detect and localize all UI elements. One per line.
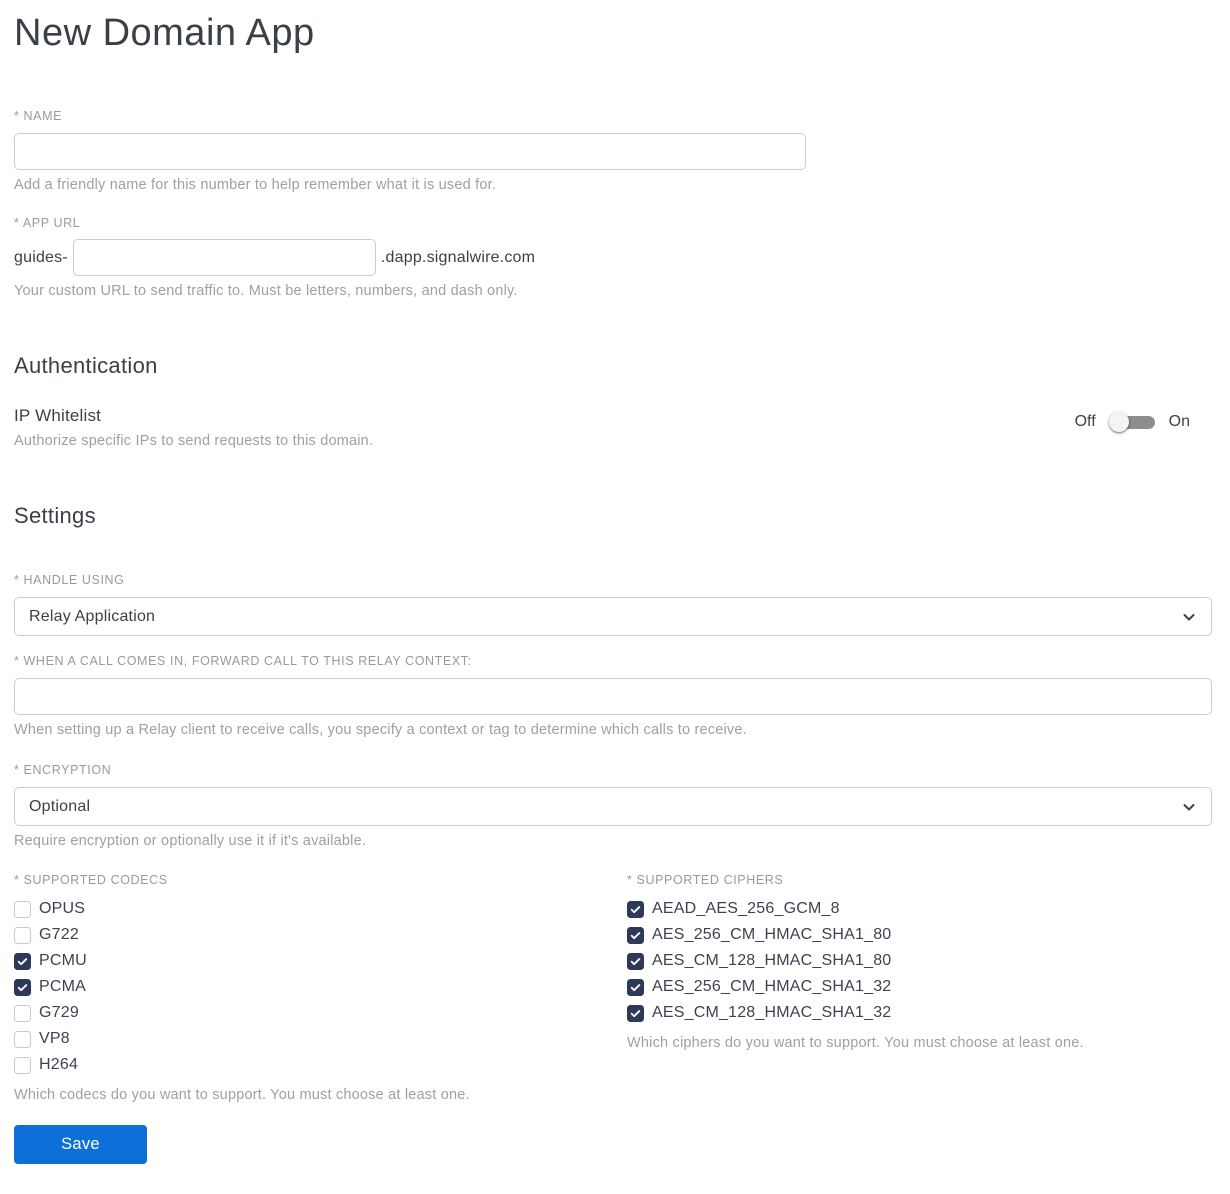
checkbox-row-pcmu[interactable]: PCMU xyxy=(14,948,627,974)
checkbox-row-g729[interactable]: G729 xyxy=(14,1000,627,1026)
name-field-group: * NAME Add a friendly name for this numb… xyxy=(14,109,1212,193)
ip-whitelist-row: IP Whitelist Authorize specific IPs to s… xyxy=(14,406,1212,449)
codecs-helper: Which codecs do you want to support. You… xyxy=(14,1087,470,1103)
encryption-value: Optional xyxy=(29,797,91,815)
handle-using-value: Relay Application xyxy=(29,607,156,625)
checkbox-checked-icon[interactable] xyxy=(627,978,644,996)
checkbox-label: AES_256_CM_HMAC_SHA1_32 xyxy=(652,978,892,995)
checkbox-unchecked-icon[interactable] xyxy=(14,900,31,918)
toggle-off-label: Off xyxy=(1074,413,1096,430)
app-url-field-group: * APP URL guides- .dapp.signalwire.com Y… xyxy=(14,216,1212,299)
handle-using-label: * HANDLE USING xyxy=(14,573,125,587)
checkbox-label: AES_CM_128_HMAC_SHA1_80 xyxy=(652,952,892,969)
checkbox-checked-icon[interactable] xyxy=(14,952,31,970)
save-button[interactable]: Save xyxy=(14,1125,147,1164)
checkbox-checked-icon[interactable] xyxy=(627,900,644,918)
checkbox-label: H264 xyxy=(39,1056,79,1073)
checkbox-label: PCMA xyxy=(39,978,87,995)
checkbox-checked-icon[interactable] xyxy=(627,952,644,970)
app-url-suffix: .dapp.signalwire.com xyxy=(380,248,536,266)
supported-ciphers-column: * SUPPORTED CIPHERS AEAD_AES_256_GCM_8 AE… xyxy=(627,873,1212,1103)
checkbox-label: PCMU xyxy=(39,952,87,969)
ip-whitelist-toggle[interactable]: Off On xyxy=(1075,412,1190,432)
supported-codecs-label: * SUPPORTED CODECS xyxy=(14,873,168,887)
supported-ciphers-label: * SUPPORTED CIPHERS xyxy=(627,873,784,887)
encryption-label: * ENCRYPTION xyxy=(14,763,112,777)
checkbox-label: AES_CM_128_HMAC_SHA1_32 xyxy=(652,1004,892,1021)
checkbox-label: VP8 xyxy=(39,1030,70,1047)
checkbox-row-aes_cm_128_hmac_sha1_32[interactable]: AES_CM_128_HMAC_SHA1_32 xyxy=(627,1000,1212,1026)
handle-using-select[interactable]: Relay Application xyxy=(14,597,1212,636)
checkbox-row-pcma[interactable]: PCMA xyxy=(14,974,627,1000)
checkbox-label: OPUS xyxy=(39,900,86,917)
app-url-helper: Your custom URL to send traffic to. Must… xyxy=(14,283,518,299)
app-url-label: * APP URL xyxy=(14,216,81,230)
checkbox-label: AES_256_CM_HMAC_SHA1_80 xyxy=(652,926,892,943)
toggle-on-label: On xyxy=(1168,413,1190,430)
supported-codecs-column: * SUPPORTED CODECS OPUS G722 PCMU PCMA G729 V… xyxy=(14,873,627,1103)
checkbox-label: AEAD_AES_256_GCM_8 xyxy=(652,900,840,917)
checkbox-checked-icon[interactable] xyxy=(14,978,31,996)
checkbox-label: G722 xyxy=(39,926,79,943)
settings-heading: Settings xyxy=(14,503,96,528)
name-label: * NAME xyxy=(14,109,63,123)
encryption-helper: Require encryption or optionally use it … xyxy=(14,833,367,849)
relay-context-helper: When setting up a Relay client to receiv… xyxy=(14,722,747,738)
checkbox-row-g722[interactable]: G722 xyxy=(14,922,627,948)
page-title: New Domain App xyxy=(14,12,315,54)
toggle-switch-icon[interactable] xyxy=(1108,412,1156,432)
cipher-list: AEAD_AES_256_GCM_8 AES_256_CM_HMAC_SHA1_8… xyxy=(627,896,1212,1026)
checkbox-label: G729 xyxy=(39,1004,79,1021)
app-url-input[interactable] xyxy=(72,239,376,276)
relay-context-input[interactable] xyxy=(14,678,1212,715)
checkbox-unchecked-icon[interactable] xyxy=(14,1004,31,1022)
checkbox-unchecked-icon[interactable] xyxy=(14,1056,31,1074)
ip-whitelist-text: IP Whitelist Authorize specific IPs to s… xyxy=(14,406,373,449)
codec-list: OPUS G722 PCMU PCMA G729 VP8 H264 xyxy=(14,896,627,1078)
toggle-knob[interactable] xyxy=(1108,412,1129,432)
checkbox-row-vp8[interactable]: VP8 xyxy=(14,1026,627,1052)
encryption-select[interactable]: Optional xyxy=(14,787,1212,826)
chevron-down-icon xyxy=(1181,799,1197,815)
handle-using-group: * HANDLE USING Relay Application xyxy=(14,573,1212,636)
checkbox-checked-icon[interactable] xyxy=(627,1004,644,1022)
name-input[interactable] xyxy=(14,133,806,170)
checkbox-row-aes_cm_128_hmac_sha1_80[interactable]: AES_CM_128_HMAC_SHA1_80 xyxy=(627,948,1212,974)
checkbox-row-h264[interactable]: H264 xyxy=(14,1052,627,1078)
ip-whitelist-label: IP Whitelist xyxy=(14,406,102,425)
checkbox-unchecked-icon[interactable] xyxy=(14,926,31,944)
relay-context-group: * WHEN A CALL COMES IN, FORWARD CALL TO … xyxy=(14,654,1212,738)
checkbox-row-aead_aes_256_gcm_8[interactable]: AEAD_AES_256_GCM_8 xyxy=(627,896,1212,922)
ciphers-helper: Which ciphers do you want to support. Yo… xyxy=(627,1035,1084,1051)
checkbox-row-aes_256_cm_hmac_sha1_80[interactable]: AES_256_CM_HMAC_SHA1_80 xyxy=(627,922,1212,948)
authentication-heading: Authentication xyxy=(14,353,158,378)
relay-context-label: * WHEN A CALL COMES IN, FORWARD CALL TO … xyxy=(14,654,472,668)
encryption-group: * ENCRYPTION Optional Require encryption… xyxy=(14,763,1212,849)
checkbox-row-opus[interactable]: OPUS xyxy=(14,896,627,922)
ip-whitelist-helper: Authorize specific IPs to send requests … xyxy=(14,433,374,449)
chevron-down-icon xyxy=(1181,609,1197,625)
app-url-prefix: guides- xyxy=(14,248,68,266)
name-helper: Add a friendly name for this number to h… xyxy=(14,177,497,193)
checkbox-row-aes_256_cm_hmac_sha1_32[interactable]: AES_256_CM_HMAC_SHA1_32 xyxy=(627,974,1212,1000)
app-url-row: guides- .dapp.signalwire.com xyxy=(14,239,1212,276)
checkbox-checked-icon[interactable] xyxy=(627,926,644,944)
codec-cipher-columns: * SUPPORTED CODECS OPUS G722 PCMU PCMA G729 V… xyxy=(14,873,1212,1103)
checkbox-unchecked-icon[interactable] xyxy=(14,1030,31,1048)
